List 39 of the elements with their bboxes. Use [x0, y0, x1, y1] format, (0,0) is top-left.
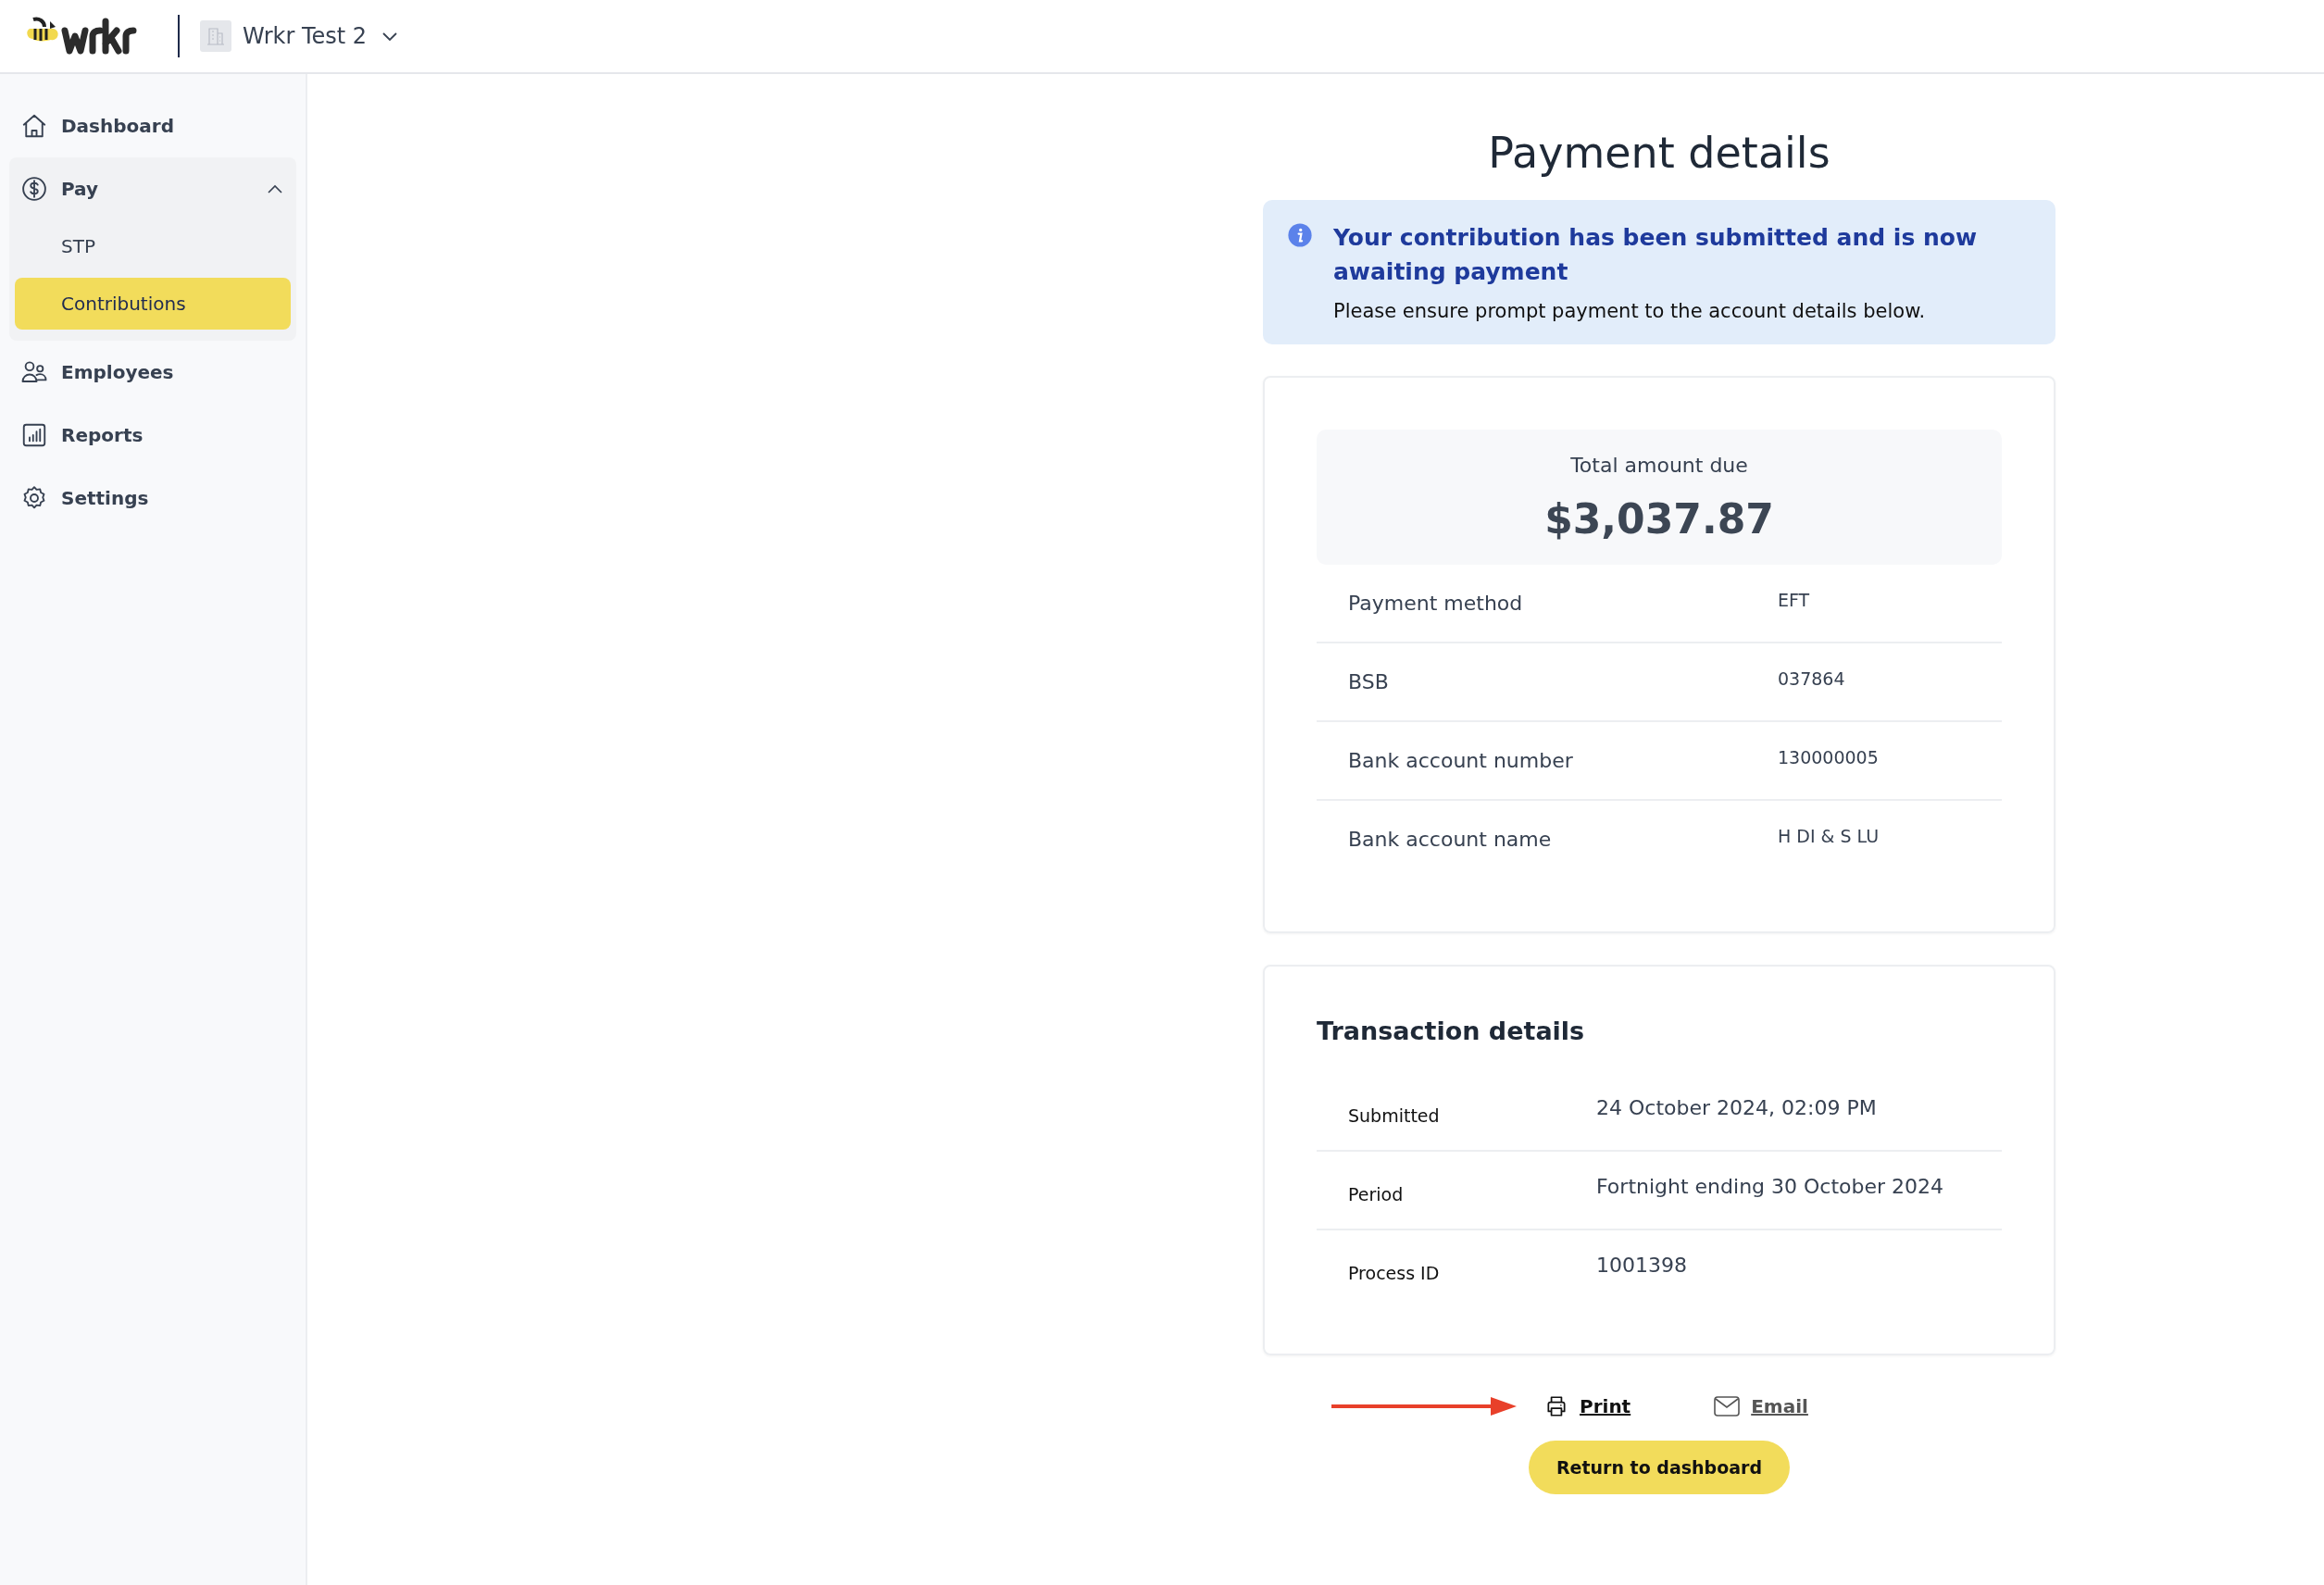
page-title: Payment details — [1487, 128, 1831, 178]
detail-label: Bank account name — [1348, 828, 1553, 851]
detail-label: Period — [1348, 1183, 1405, 1204]
detail-value: EFT — [1778, 589, 1810, 610]
section-title: Transaction details — [1317, 1017, 1586, 1045]
bar-chart-icon — [20, 421, 48, 449]
total-label: Total amount due — [1569, 454, 1749, 477]
sidebar-item[interactable]: Dashboard — [9, 94, 296, 157]
home-icon — [20, 112, 48, 140]
detail-value: 1001398 — [1596, 1254, 1687, 1277]
sidebar-item[interactable]: Pay — [9, 157, 296, 220]
detail-value: 037864 — [1778, 668, 1845, 689]
total-amount: $3,037.87 — [1543, 495, 1775, 543]
alert-title: Your contribution has been submitted and is now awaiting payment — [1333, 223, 1979, 287]
detail-label: Submitted — [1348, 1105, 1441, 1126]
sidebar-subitem[interactable]: Contributions — [15, 278, 291, 330]
detail-value: 130000005 — [1778, 746, 1879, 768]
info-icon — [1287, 222, 1313, 248]
alert-message: Please ensure prompt payment to the account details below. — [1333, 300, 1927, 322]
sidebar-item[interactable]: Settings — [9, 467, 296, 530]
sidebar-item[interactable]: Reports — [9, 404, 296, 467]
sidebar-item[interactable]: Employees — [9, 341, 296, 404]
return-button[interactable]: Return to dashboard — [1528, 1441, 1791, 1494]
detail-label: BSB — [1348, 670, 1390, 693]
chevron-down-icon — [381, 31, 399, 42]
dollar-icon — [20, 175, 48, 203]
building-icon — [200, 20, 231, 52]
detail-value: H DI & S LU — [1778, 825, 1880, 846]
printer-icon — [1544, 1394, 1568, 1418]
detail-value: 24 October 2024, 02:09 PM — [1596, 1096, 1877, 1119]
detail-value: Fortnight ending 30 October 2024 — [1596, 1175, 1944, 1198]
email-link[interactable]: Email — [1714, 1395, 1808, 1417]
detail-label: Process ID — [1348, 1262, 1441, 1283]
envelope-icon — [1714, 1396, 1741, 1417]
workspace-name[interactable]: Wrkr Test 2 — [243, 23, 368, 49]
detail-label: Payment method — [1348, 592, 1524, 615]
detail-label: Bank account number — [1348, 749, 1574, 772]
sidebar-subitem[interactable]: STP — [15, 220, 291, 272]
print-link[interactable]: Print — [1544, 1394, 1631, 1418]
